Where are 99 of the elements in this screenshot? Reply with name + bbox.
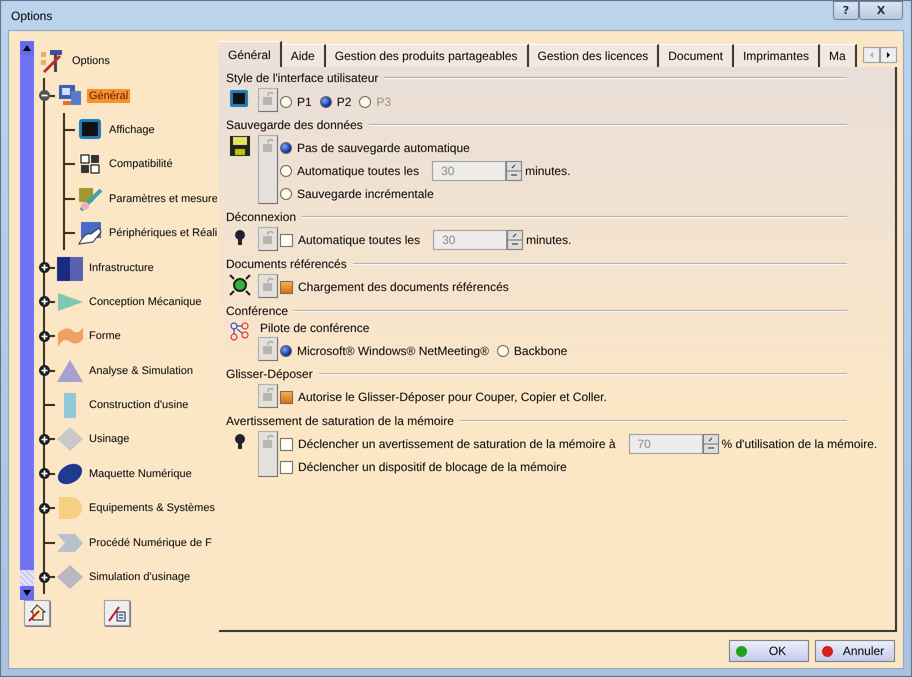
tab[interactable]: Général <box>219 41 282 67</box>
ok-button[interactable]: OK <box>729 640 809 662</box>
checkbox[interactable] <box>280 390 293 404</box>
tree-item[interactable]: Affichage <box>107 122 157 137</box>
tree-item[interactable]: Infrastructure <box>87 260 156 275</box>
unit-label: minutes. <box>525 164 570 178</box>
option-label: Sauvegarde incrémentale <box>297 187 434 201</box>
close-button[interactable]: X <box>859 1 903 20</box>
option-label: Microsoft® Windows® NetMeeting® <box>297 344 489 358</box>
radio-button[interactable] <box>280 142 292 154</box>
expand-icon[interactable] <box>39 502 50 514</box>
section-title: Glisser-Déposer <box>226 367 313 381</box>
unit-label: % d'utilisation de la mémoire. <box>722 437 878 451</box>
radio-button[interactable] <box>280 344 292 356</box>
help-button[interactable]: ? <box>833 1 859 20</box>
option-label: P3 <box>376 94 392 108</box>
tab[interactable]: Document <box>659 44 734 67</box>
lock-button[interactable] <box>258 337 278 361</box>
floppy-icon <box>229 135 251 157</box>
checkbox[interactable] <box>280 280 293 294</box>
tab[interactable]: Imprimantes <box>734 44 820 67</box>
radio-button[interactable] <box>280 96 292 108</box>
tree-item[interactable]: Equipements & Systèmes <box>87 501 217 516</box>
lock-icon <box>262 435 274 449</box>
tree-item[interactable]: Compatibilité <box>107 157 175 172</box>
monitor-icon <box>229 88 251 110</box>
scroll-down-icon[interactable] <box>20 586 34 600</box>
radio-button[interactable] <box>280 188 292 200</box>
radio-button[interactable] <box>320 96 332 108</box>
unit-label: minutes. <box>526 233 572 247</box>
tab[interactable]: Aide <box>282 44 326 67</box>
section-title: Style de l'interface utilisateur <box>226 71 378 85</box>
section-title: Sauvegarde des données <box>226 118 363 132</box>
lock-button[interactable] <box>258 227 278 251</box>
lock-button[interactable] <box>258 384 278 408</box>
lock-icon <box>262 231 274 245</box>
expand-icon[interactable] <box>39 296 50 308</box>
scroll-up-icon[interactable] <box>20 41 34 55</box>
tree-item[interactable]: Options <box>70 54 112 68</box>
section-title: Conférence <box>226 304 288 318</box>
lock-button[interactable] <box>258 274 278 298</box>
lock-icon <box>262 92 274 106</box>
tree-item[interactable]: Paramètres et mesure <box>107 192 217 206</box>
lock-button[interactable] <box>258 135 278 204</box>
tree-item[interactable]: Analyse & Simulation <box>87 364 195 378</box>
lock-button[interactable] <box>258 431 278 477</box>
tab[interactable]: Gestion des produits partageables <box>326 44 529 67</box>
lock-icon <box>262 278 274 292</box>
lock-icon <box>262 388 274 402</box>
window-title: Options <box>11 8 52 22</box>
tree-item[interactable]: Simulation d'usinage <box>87 570 192 584</box>
section-title: Documents référencés <box>226 257 347 271</box>
radio-button[interactable] <box>280 165 292 177</box>
expand-icon[interactable] <box>39 330 50 342</box>
tab[interactable]: Gestion des licences <box>528 44 660 67</box>
tree-item[interactable]: Construction d'usine <box>87 398 190 412</box>
option-label: P2 <box>336 94 352 108</box>
spinner-control[interactable] <box>507 230 524 250</box>
option-label: Pas de sauvegarde automatique <box>297 141 470 155</box>
target-icon <box>229 274 251 296</box>
option-label: P1 <box>297 94 312 108</box>
tree-item[interactable]: Périphériques et Réali <box>107 226 217 240</box>
section-title: Déconnexion <box>226 210 296 224</box>
group-label: Pilote de conférence <box>260 321 370 335</box>
spinner-control[interactable] <box>506 161 522 181</box>
tools-list-button[interactable] <box>104 600 130 626</box>
checkbox[interactable] <box>280 460 293 474</box>
radio-button[interactable] <box>496 344 509 356</box>
tree-item[interactable]: Conception Mécanique <box>87 294 204 309</box>
house-tools-icon <box>27 603 47 623</box>
checkbox[interactable] <box>280 438 293 450</box>
spinner-control[interactable] <box>702 434 718 454</box>
tree-item[interactable]: Forme <box>87 329 123 344</box>
tree-item[interactable]: Maquette Numérique <box>87 466 194 481</box>
cancel-button[interactable]: Annuler <box>815 640 895 662</box>
section-title: Avertissement de saturation de la mémoire <box>226 414 454 428</box>
collapse-icon[interactable] <box>39 90 50 102</box>
expand-icon[interactable] <box>39 434 50 445</box>
option-label: Chargement des documents référencés <box>298 280 509 294</box>
lock-icon <box>262 139 274 153</box>
option-label: Déclencher un dispositif de blocage de la mémoire <box>298 460 567 474</box>
tab[interactable]: Ma <box>820 44 857 67</box>
expand-icon[interactable] <box>39 468 50 480</box>
expand-icon[interactable] <box>39 572 50 583</box>
checkbox[interactable] <box>280 234 293 246</box>
tree-item[interactable]: Procédé Numérique de F <box>87 536 214 550</box>
home-tools-button[interactable] <box>24 600 50 626</box>
expand-icon[interactable] <box>39 262 50 274</box>
option-label: Déclencher un avertissement de saturation de la mémoire à <box>298 437 616 451</box>
lock-icon <box>262 341 274 355</box>
option-label: Backbone <box>514 344 568 358</box>
network-icon <box>229 321 251 343</box>
option-label: Automatique toutes les <box>298 233 420 247</box>
option-label: Automatique toutes les <box>297 164 420 178</box>
option-label: Autorise le Glisser-Déposer pour Couper, Copier et Coller. <box>298 390 607 404</box>
expand-icon[interactable] <box>39 365 50 376</box>
lock-button[interactable] <box>258 88 278 112</box>
tree-item[interactable]: Usinage <box>87 432 132 446</box>
tree-item[interactable]: Général <box>87 88 130 103</box>
